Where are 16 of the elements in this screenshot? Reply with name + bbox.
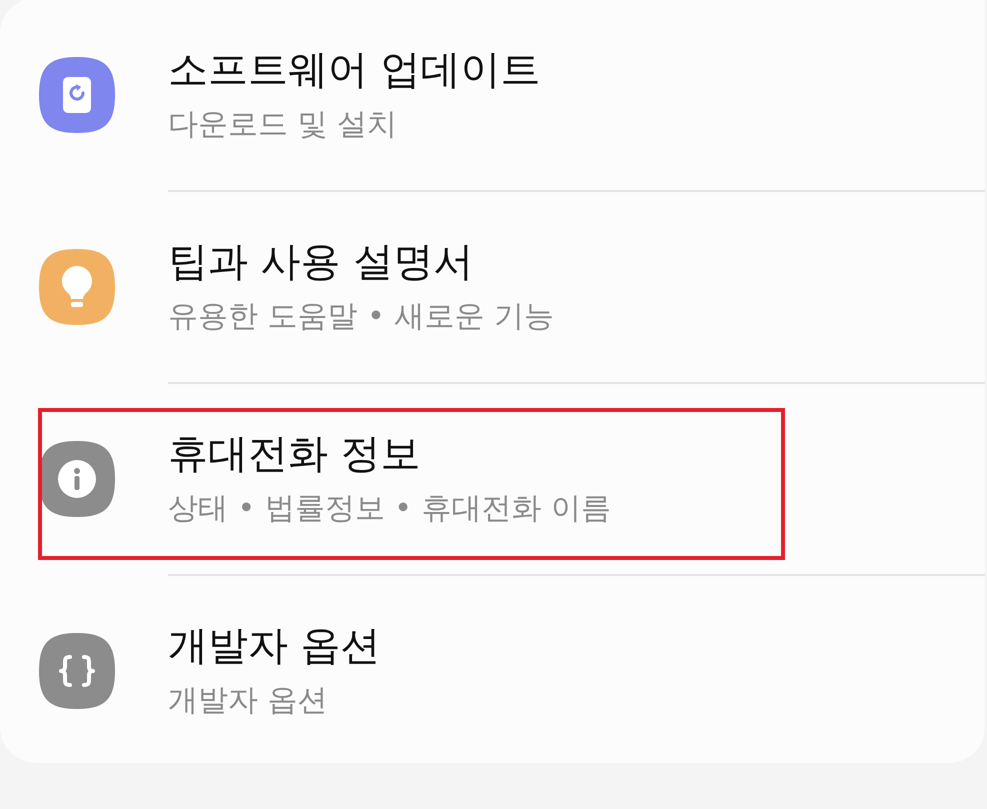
item-subtitle: 다운로드 및 설치: [168, 106, 398, 144]
lightbulb-icon: [39, 249, 115, 325]
item-title: 소프트웨어 업데이트: [168, 46, 541, 94]
item-title: 개발자 옵션: [168, 622, 381, 670]
item-subtitle: 개발자 옵션: [168, 682, 329, 720]
settings-item[interactable]: 소프트웨어 업데이트 다운로드 및 설치: [0, 0, 985, 190]
settings-item[interactable]: 팁과 사용 설명서 유용한 도움말 • 새로운 기능: [0, 192, 985, 382]
info-icon: [39, 441, 115, 517]
settings-item[interactable]: 휴대전화 정보 상태 • 법률정보 • 휴대전화 이름: [0, 384, 985, 574]
braces-icon: [39, 633, 115, 709]
item-title: 휴대전화 정보: [168, 430, 422, 478]
settings-item[interactable]: 개발자 옵션 개발자 옵션: [0, 576, 985, 766]
item-title: 팁과 사용 설명서: [168, 238, 474, 286]
software-update-icon: [39, 57, 115, 133]
item-subtitle: 유용한 도움말 • 새로운 기능: [168, 298, 554, 336]
item-subtitle: 상태 • 법률정보 • 휴대전화 이름: [168, 490, 612, 528]
